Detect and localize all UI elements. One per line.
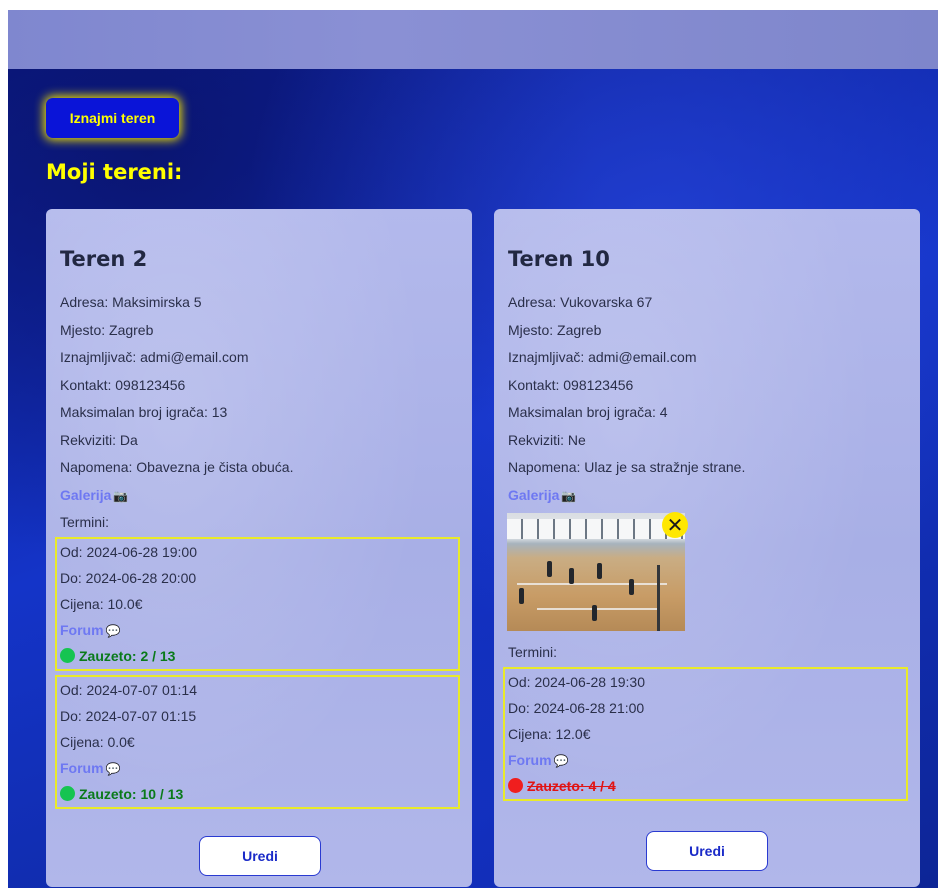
gallery-thumbnail: ✕ (507, 512, 688, 631)
term-block: Od: 2024-06-28 19:30 Do: 2024-06-28 21:0… (503, 666, 908, 801)
field-contact: Kontakt: 098123456 (60, 376, 186, 393)
photo-net (657, 565, 660, 631)
field-props: Rekviziti: Ne (508, 431, 586, 448)
term-to: Do: 2024-07-07 01:15 (60, 707, 197, 724)
term-to: Do: 2024-06-28 20:00 (60, 569, 197, 586)
rent-field-button[interactable]: Iznajmi teren (46, 98, 179, 138)
speech-bubble-icon: 💬 (105, 623, 121, 638)
terms-label: Termini: (60, 514, 110, 530)
forum-link[interactable]: Forum (60, 622, 104, 638)
field-contact: Kontakt: 098123456 (508, 376, 634, 393)
field-card: Teren 10 Adresa: Vukovarska 67 Mjesto: Z… (494, 209, 920, 887)
top-header-bar (8, 10, 938, 69)
occupancy-text: Zauzeto: 10 / 13 (79, 785, 184, 802)
edit-button[interactable]: Uredi (646, 831, 768, 871)
terms-label: Termini: (508, 644, 558, 660)
forum-row: Forum 💬 (508, 747, 906, 773)
camera-icon: 📷 (113, 488, 129, 503)
field-address: Adresa: Vukovarska 67 (508, 294, 653, 310)
occupancy-text: Zauzeto: 4 / 4 (527, 777, 616, 794)
term-block: Od: 2024-06-28 19:00 Do: 2024-06-28 20:0… (55, 536, 460, 671)
occupancy-status: Zauzeto: 2 / 13 (60, 643, 458, 669)
field-max-players: Maksimalan broj igrača: 13 (60, 404, 228, 420)
term-block: Od: 2024-07-07 01:14 Do: 2024-07-07 01:1… (55, 674, 460, 809)
speech-bubble-icon: 💬 (553, 753, 569, 768)
gallery-link[interactable]: Galerija (508, 487, 559, 503)
field-city: Mjesto: Zagreb (508, 321, 602, 338)
status-dot-icon (60, 786, 75, 801)
field-max-players: Maksimalan broj igrača: 4 (508, 404, 668, 420)
occupancy-status: Zauzeto: 10 / 13 (60, 781, 458, 807)
gallery-row: Galerija 📷 (60, 482, 462, 510)
field-city: Mjesto: Zagreb (60, 321, 154, 338)
status-dot-icon (508, 778, 523, 793)
field-title: Teren 2 (60, 247, 148, 271)
field-landlord: Iznajmljivač: admi@email.com (508, 349, 697, 365)
field-card: Teren 2 Adresa: Maksimirska 5 Mjesto: Za… (46, 209, 472, 887)
term-price: Cijena: 12.0€ (508, 725, 591, 742)
forum-row: Forum 💬 (60, 755, 458, 781)
gallery-link[interactable]: Galerija (60, 487, 111, 503)
term-from: Od: 2024-07-07 01:14 (60, 681, 197, 698)
my-fields-heading: Moji tereni: (46, 160, 183, 184)
field-props: Rekviziti: Da (60, 431, 138, 448)
photo-player (629, 579, 634, 595)
speech-bubble-icon: 💬 (105, 761, 121, 776)
photo-player (519, 588, 524, 604)
camera-icon: 📷 (561, 488, 577, 503)
field-title: Teren 10 (508, 247, 610, 271)
term-to: Do: 2024-06-28 21:00 (508, 699, 645, 716)
status-dot-icon (60, 648, 75, 663)
volleyball-court-photo[interactable] (507, 513, 685, 631)
photo-player (592, 605, 597, 621)
field-note: Napomena: Obavezna je čista obuća. (60, 459, 294, 475)
term-price: Cijena: 0.0€ (60, 733, 135, 750)
gallery-row: Galerija 📷 (508, 482, 910, 510)
forum-row: Forum 💬 (60, 617, 458, 643)
photo-windows (507, 519, 685, 539)
occupancy-text: Zauzeto: 2 / 13 (79, 647, 176, 664)
photo-court-line (517, 583, 667, 585)
edit-button[interactable]: Uredi (199, 836, 321, 876)
photo-player (547, 561, 552, 577)
photo-court-line (537, 608, 657, 610)
term-from: Od: 2024-06-28 19:00 (60, 543, 197, 560)
field-note: Napomena: Ulaz je sa stražnje strane. (508, 459, 746, 475)
term-from: Od: 2024-06-28 19:30 (508, 673, 645, 690)
term-price: Cijena: 10.0€ (60, 595, 143, 612)
remove-photo-icon[interactable]: ✕ (662, 512, 688, 538)
field-landlord: Iznajmljivač: admi@email.com (60, 349, 249, 365)
occupancy-status: Zauzeto: 4 / 4 (508, 773, 906, 799)
forum-link[interactable]: Forum (508, 752, 552, 768)
photo-player (569, 568, 574, 584)
photo-player (597, 563, 602, 579)
forum-link[interactable]: Forum (60, 760, 104, 776)
field-address: Adresa: Maksimirska 5 (60, 294, 202, 310)
